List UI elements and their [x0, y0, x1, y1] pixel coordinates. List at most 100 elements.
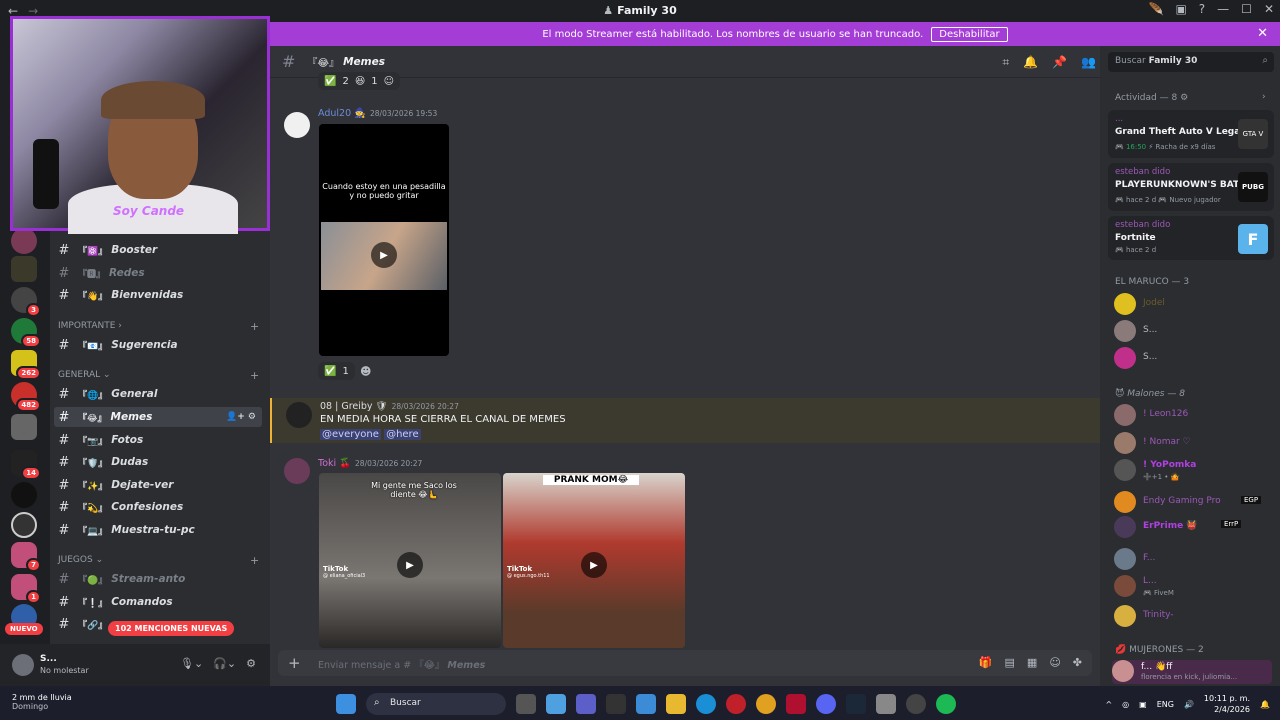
server-icon[interactable]: 14 — [11, 450, 41, 480]
member-item[interactable]: F... — [1114, 548, 1274, 572]
member-item[interactable]: Endy Gaming Pro EGP — [1114, 491, 1274, 515]
channel-stream-anto[interactable]: # 『🟢』 Stream-anto — [54, 569, 262, 589]
server-icon[interactable]: 58 — [11, 318, 41, 348]
gif-icon[interactable]: ▤ — [1005, 656, 1015, 669]
language-indicator[interactable]: ENG — [1157, 700, 1174, 709]
message-author[interactable]: Adul20 — [318, 108, 351, 119]
member-item[interactable]: L... 🎮 FiveM — [1114, 575, 1274, 599]
tray-chevron-icon[interactable]: ^ — [1105, 700, 1112, 709]
avatar[interactable] — [284, 112, 310, 138]
category-importante[interactable]: IMPORTANTE › + — [58, 320, 259, 333]
app-icon[interactable] — [606, 694, 626, 714]
server-icon[interactable]: 3 — [11, 287, 41, 317]
mentions-badge[interactable]: 102 MENCIONES NUEVAS — [108, 621, 235, 636]
steam-icon[interactable] — [846, 694, 866, 714]
member-item[interactable]: ErPrime 👹 ErrP — [1114, 516, 1274, 540]
channel-comandos[interactable]: # 『❕』 Comandos — [54, 592, 262, 612]
category-general[interactable]: GENERAL ⌄ + — [58, 369, 259, 382]
reaction[interactable]: ✅ 2 😆 1 ☺ — [318, 72, 401, 90]
gear-icon[interactable]: ⚙ — [246, 657, 256, 670]
reaction[interactable]: ✅ 1 — [318, 362, 355, 380]
threads-icon[interactable]: ⌗ — [1002, 55, 1009, 70]
sticker-icon[interactable]: ▦ — [1027, 656, 1037, 669]
tray-icon[interactable]: ▣ — [1139, 700, 1147, 709]
app-icon[interactable] — [786, 694, 806, 714]
edge-icon[interactable] — [696, 694, 716, 714]
weather-widget[interactable]: 2 mm de lluvia Domingo — [12, 693, 72, 711]
message-author[interactable]: 08 | Greiby — [320, 401, 373, 412]
here-mention[interactable]: @here — [384, 429, 421, 440]
members-icon[interactable]: 👥 — [1081, 55, 1096, 70]
play-icon[interactable]: ▶ — [397, 552, 423, 578]
avatar[interactable] — [284, 458, 310, 484]
channel-muestra-tu-pc[interactable]: # 『💻』 Muestra-tu-pc — [54, 520, 262, 540]
server-icon[interactable] — [11, 228, 37, 254]
server-icon[interactable] — [11, 256, 37, 282]
chrome-icon[interactable] — [756, 694, 776, 714]
member-item[interactable]: ! Leon126 — [1114, 404, 1274, 428]
search-input[interactable]: Buscar Family 30 ⌕ — [1108, 52, 1274, 72]
microphone-icon[interactable]: 🎙⌄ — [180, 657, 203, 670]
store-icon[interactable] — [636, 694, 656, 714]
channel-booster[interactable]: # 『⚛️』 Booster — [54, 240, 262, 260]
emoji-icon[interactable]: ☺ — [1049, 656, 1060, 669]
task-view-icon[interactable] — [516, 694, 536, 714]
channel-general[interactable]: # 『🌐』 General — [54, 384, 262, 404]
pin-icon[interactable]: 📌 — [1052, 55, 1067, 70]
video-attachment[interactable]: Mi gente me Saco los diente 😂🫷 ▶ TikTok … — [319, 473, 501, 648]
video-attachment[interactable]: PRANK MOM😂 ▶ TikTok @ egus.ngo.th11 — [503, 473, 685, 648]
avatar[interactable] — [286, 402, 312, 428]
close-banner-icon[interactable]: ✕ — [1257, 26, 1268, 41]
spotify-icon[interactable] — [936, 694, 956, 714]
avatar[interactable] — [12, 654, 34, 676]
disable-streamer-button[interactable]: Deshabilitar — [931, 26, 1008, 42]
server-icon[interactable]: 482 — [11, 382, 41, 412]
member-item[interactable]: ! Nomar ♡ — [1114, 432, 1274, 456]
notification-icon[interactable]: 🔔 — [1260, 700, 1270, 709]
activity-card[interactable]: esteban dido PLAYERUNKNOWN'S BAT... 🎮 ha… — [1108, 163, 1274, 211]
nitro-icon[interactable]: 🪶 — [1149, 2, 1164, 16]
server-icon[interactable]: 7 — [11, 542, 41, 572]
server-icon[interactable] — [11, 414, 37, 440]
member-item[interactable]: ! YoPomka ➕+1 • 🤷 — [1114, 459, 1274, 483]
bell-icon[interactable]: 🔔 — [1023, 55, 1038, 70]
channel-memes[interactable]: # 『😂』 Memes 👤+ ⚙ — [54, 407, 262, 427]
copilot-icon[interactable] — [546, 694, 566, 714]
channel-dudas[interactable]: # 『🛡️』 Dudas — [54, 452, 262, 472]
channel-bienvenidas[interactable]: # 『👋』 Bienvenidas — [54, 285, 262, 305]
close-icon[interactable]: ✕ — [1264, 2, 1274, 16]
clock[interactable]: 10:11 p. m. 2/4/2026 — [1204, 693, 1250, 715]
activity-header[interactable]: Actividad — 8 ⚙ › — [1115, 92, 1266, 103]
maximize-icon[interactable]: ☐ — [1241, 2, 1252, 16]
headphones-icon[interactable]: 🎧⌄ — [213, 657, 236, 670]
play-icon[interactable]: ▶ — [581, 552, 607, 578]
member-item[interactable]: S... — [1114, 320, 1274, 344]
message-author[interactable]: Toki — [318, 458, 336, 469]
member-item[interactable]: Trinity- — [1114, 605, 1274, 629]
channel-redes[interactable]: # 『🆁』 Redes — [54, 263, 262, 283]
discord-icon[interactable] — [816, 694, 836, 714]
server-icon[interactable] — [11, 482, 37, 508]
video-attachment[interactable]: Cuando estoy en una pesadilla y no puedo… — [319, 124, 449, 356]
github-icon[interactable] — [906, 694, 926, 714]
member-item[interactable]: f... 👋ff florencia en kick, juliomia... — [1112, 660, 1272, 684]
channel-settings-icon[interactable]: 👤+ ⚙ — [226, 412, 256, 422]
gift-icon[interactable]: 🎁 — [979, 656, 993, 669]
add-reaction-icon[interactable]: ☻ — [360, 365, 371, 378]
help-icon[interactable]: ? — [1199, 2, 1205, 16]
channel-fotos[interactable]: # 『📷』 Fotos — [54, 430, 262, 450]
category-juegos[interactable]: JUEGOS ⌄ + — [58, 554, 259, 567]
play-icon[interactable]: ▶ — [371, 242, 397, 268]
apps-icon[interactable]: ✤ — [1073, 656, 1082, 669]
member-item[interactable]: Jodel — [1114, 293, 1274, 317]
add-attachment-icon[interactable]: + — [288, 654, 301, 672]
message-composer[interactable]: + Enviar mensaje a # 『😂』 Memes 🎁 ▤ ▦ ☺ ✤ — [278, 650, 1092, 676]
taskbar-search[interactable]: ⌕ Buscar — [366, 693, 506, 715]
opera-icon[interactable] — [726, 694, 746, 714]
channel-sugerencia[interactable]: # 『📧』 Sugerencia — [54, 335, 262, 355]
start-icon[interactable] — [336, 694, 356, 714]
volume-icon[interactable]: 🔊 — [1184, 700, 1194, 709]
member-item[interactable]: S... — [1114, 347, 1274, 371]
minimize-icon[interactable]: — — [1217, 2, 1229, 16]
server-icon[interactable]: 1 — [11, 574, 41, 604]
